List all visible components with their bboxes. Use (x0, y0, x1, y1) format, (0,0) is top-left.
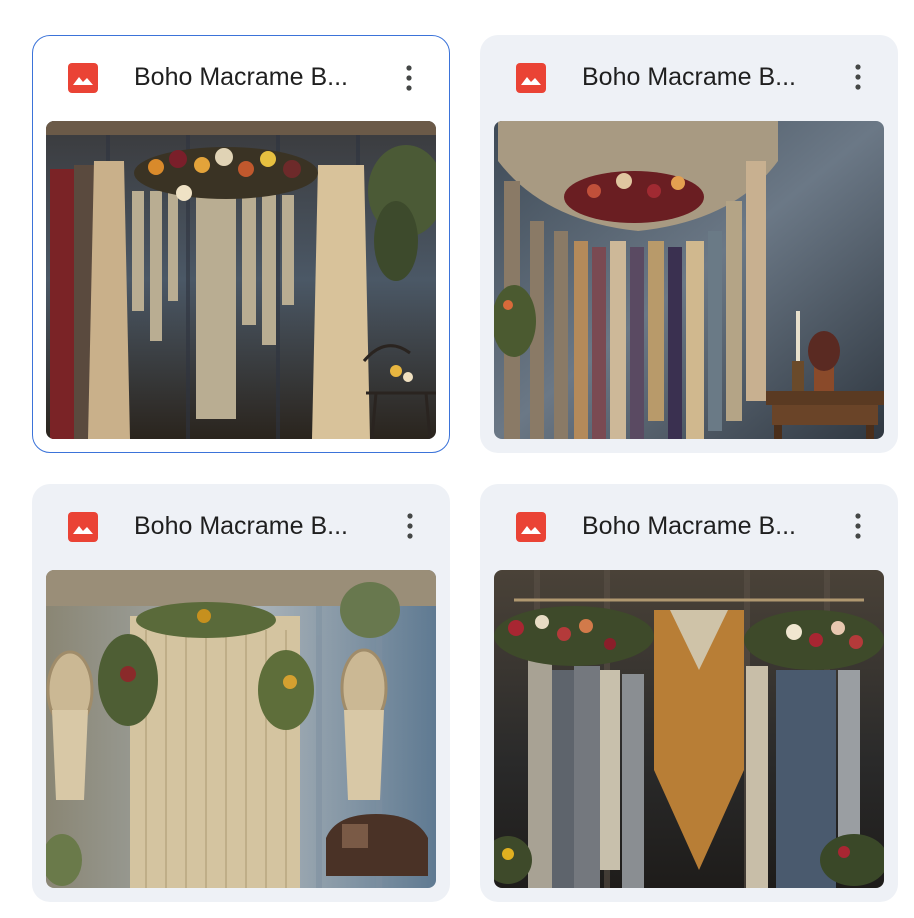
image-file-icon (68, 512, 98, 542)
image-thumbnail[interactable] (46, 570, 436, 888)
more-options-button[interactable] (838, 506, 878, 546)
image-file-icon (516, 512, 546, 542)
file-card-header: Boho Macrame B... (480, 35, 898, 121)
more-options-button[interactable] (389, 58, 429, 98)
more-vert-icon (855, 64, 861, 90)
file-card-header: Boho Macrame B... (32, 484, 450, 570)
image-thumbnail[interactable] (494, 570, 884, 888)
file-card[interactable]: Boho Macrame B... (32, 35, 450, 453)
file-card-header: Boho Macrame B... (33, 36, 449, 122)
image-thumbnail[interactable] (46, 121, 436, 439)
more-vert-icon (407, 513, 413, 539)
file-title: Boho Macrame B... (134, 63, 348, 91)
file-card[interactable]: Boho Macrame B... (480, 484, 898, 902)
file-grid: Boho Macrame B... Boho Macrame B... Boho… (0, 0, 914, 918)
image-file-icon (68, 63, 98, 93)
more-options-button[interactable] (838, 57, 878, 97)
file-card-header: Boho Macrame B... (480, 484, 898, 570)
image-file-icon (516, 63, 546, 93)
file-title: Boho Macrame B... (582, 512, 796, 540)
more-options-button[interactable] (390, 506, 430, 546)
more-vert-icon (855, 513, 861, 539)
file-title: Boho Macrame B... (134, 512, 348, 540)
more-vert-icon (406, 65, 412, 91)
image-thumbnail[interactable] (494, 121, 884, 439)
file-card[interactable]: Boho Macrame B... (32, 484, 450, 902)
file-title: Boho Macrame B... (582, 63, 796, 91)
file-card[interactable]: Boho Macrame B... (480, 35, 898, 453)
